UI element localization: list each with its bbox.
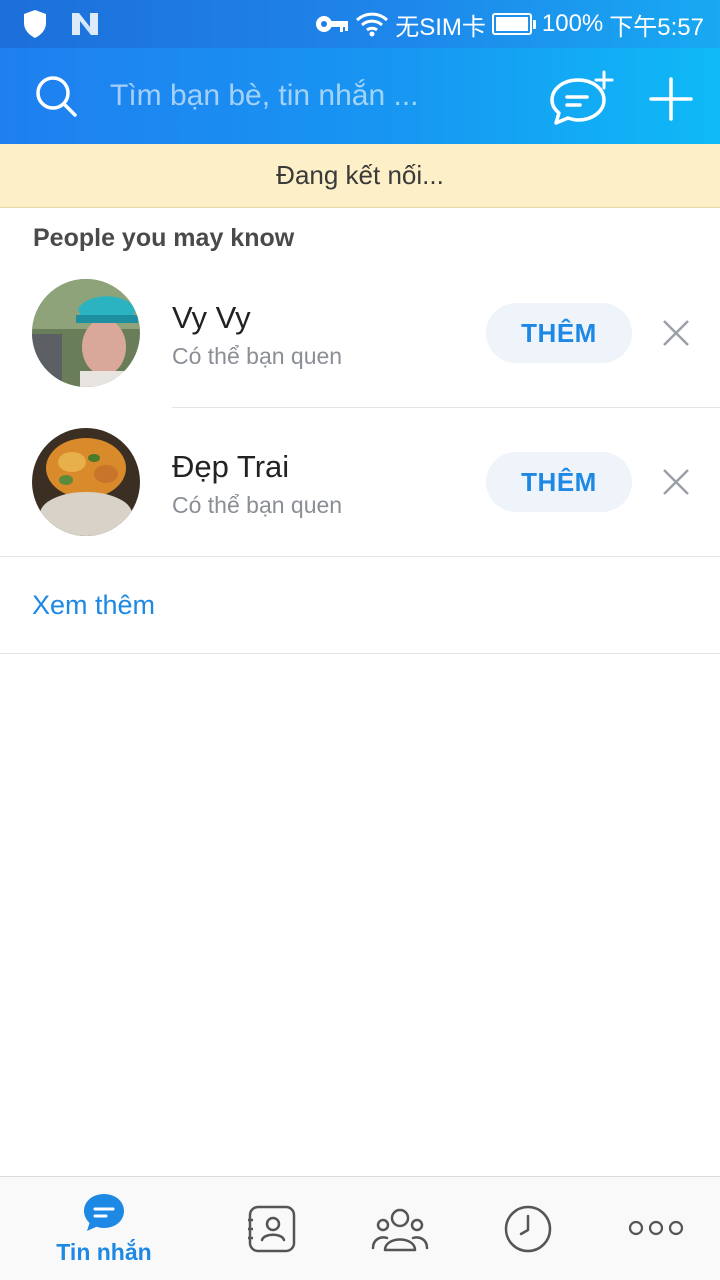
clock-time: 下午5:57 (609, 13, 704, 41)
carrier-label: 无SIM卡 (395, 13, 486, 41)
contacts-icon (248, 1205, 296, 1253)
more-icon (628, 1220, 684, 1236)
battery-percent: 100% (541, 10, 604, 37)
tab-groups[interactable] (356, 1177, 444, 1280)
battery-icon (491, 13, 536, 35)
divider (0, 653, 720, 654)
see-more-link[interactable]: Xem thêm (32, 590, 155, 621)
plus-icon[interactable] (648, 76, 694, 122)
n-logo-icon (72, 13, 98, 35)
shield-icon (24, 10, 46, 38)
avatar[interactable] (32, 279, 140, 387)
suggestion-subtitle: Có thể bạn quen (172, 343, 343, 369)
divider (0, 556, 720, 557)
new-chat-icon[interactable] (546, 70, 618, 126)
tab-more[interactable] (616, 1177, 696, 1280)
dismiss-icon[interactable] (660, 317, 692, 349)
tab-contacts[interactable] (230, 1177, 314, 1280)
connection-status-banner: Đang kết nối... (0, 144, 720, 208)
section-title: People you may know (33, 224, 295, 252)
tab-timeline[interactable] (486, 1177, 570, 1280)
suggestion-name: Đẹp Trai (172, 449, 290, 484)
suggestion-item[interactable]: Đẹp Trai Có thể bạn quen THÊM (0, 408, 720, 556)
add-friend-button[interactable]: THÊM (486, 303, 632, 363)
tab-messages-label: Tin nhắn (56, 1239, 152, 1265)
add-friend-button[interactable]: THÊM (486, 452, 632, 512)
suggestion-item[interactable]: Vy Vy Có thể bạn quen THÊM (0, 260, 720, 408)
avatar[interactable] (32, 428, 140, 536)
suggestion-subtitle: Có thể bạn quen (172, 492, 343, 518)
search-icon[interactable] (34, 74, 78, 118)
dismiss-icon[interactable] (660, 466, 692, 498)
bottom-navigation: Tin nhắn (0, 1176, 720, 1280)
status-bar: 无SIM卡 100% 下午5:57 (0, 0, 720, 48)
suggestion-name: Vy Vy (172, 300, 251, 335)
connection-status-text: Đang kết nối... (276, 160, 444, 190)
wifi-icon (356, 12, 389, 37)
clock-icon (504, 1205, 552, 1253)
groups-icon (371, 1208, 429, 1252)
app-header (0, 48, 720, 144)
search-input[interactable] (110, 70, 510, 122)
tab-messages[interactable]: Tin nhắn (30, 1177, 178, 1280)
chat-bubble-icon (84, 1194, 124, 1231)
key-icon (316, 16, 349, 32)
